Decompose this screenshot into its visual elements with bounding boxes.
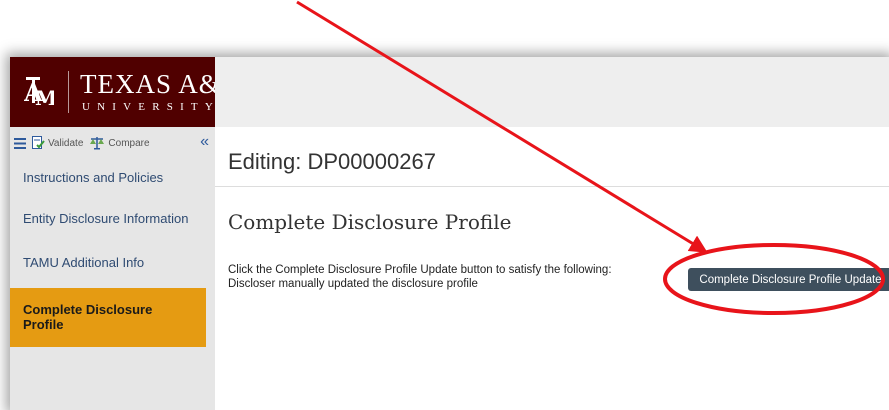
instructions-text: Click the Complete Disclosure Profile Up… [228, 263, 612, 291]
header-bar [215, 57, 889, 127]
validate-label: Validate [48, 137, 84, 149]
complete-profile-update-button[interactable]: Complete Disclosure Profile Update [688, 268, 889, 291]
compare-button[interactable]: Compare [89, 136, 150, 150]
menu-button[interactable] [14, 137, 26, 149]
collapse-icon[interactable]: « [200, 133, 209, 151]
page-title: Editing: DP00000267 [228, 149, 436, 174]
sidebar-item-tamu-additional[interactable]: TAMU Additional Info [10, 249, 215, 276]
main-content: Editing: DP00000267 Complete Disclosure … [215, 127, 889, 410]
atm-logo-icon: A M [23, 74, 57, 110]
sidebar-toolbar: Validate Compare « [10, 127, 215, 159]
compare-label: Compare [108, 137, 150, 149]
svg-text:M: M [35, 86, 54, 108]
sidebar-item-instructions[interactable]: Instructions and Policies [10, 164, 215, 191]
university-subtitle: UNIVERSITY [82, 101, 220, 113]
sidebar-item-entity-disclosure[interactable]: Entity Disclosure Information [10, 205, 215, 232]
app-window: A M TEXAS A&M UNIVERSITY [10, 57, 889, 410]
compare-icon [90, 137, 105, 150]
instructions-line-1: Click the Complete Disclosure Profile Up… [228, 264, 612, 276]
instructions-line-2: Discloser manually updated the disclosur… [228, 278, 478, 290]
logo-divider [68, 71, 69, 113]
title-divider [215, 186, 889, 187]
section-title: Complete Disclosure Profile [228, 210, 512, 234]
sidebar-item-complete-disclosure[interactable]: Complete Disclosure Profile [10, 288, 206, 347]
validate-button[interactable]: Validate [32, 136, 83, 150]
sidebar: Validate Compare « Instructions and Poli… [10, 127, 215, 410]
validate-icon [32, 136, 45, 149]
sidebar-nav: Instructions and Policies Entity Disclos… [10, 164, 215, 347]
menu-icon [14, 137, 26, 149]
brand-header: A M TEXAS A&M UNIVERSITY [10, 57, 245, 127]
